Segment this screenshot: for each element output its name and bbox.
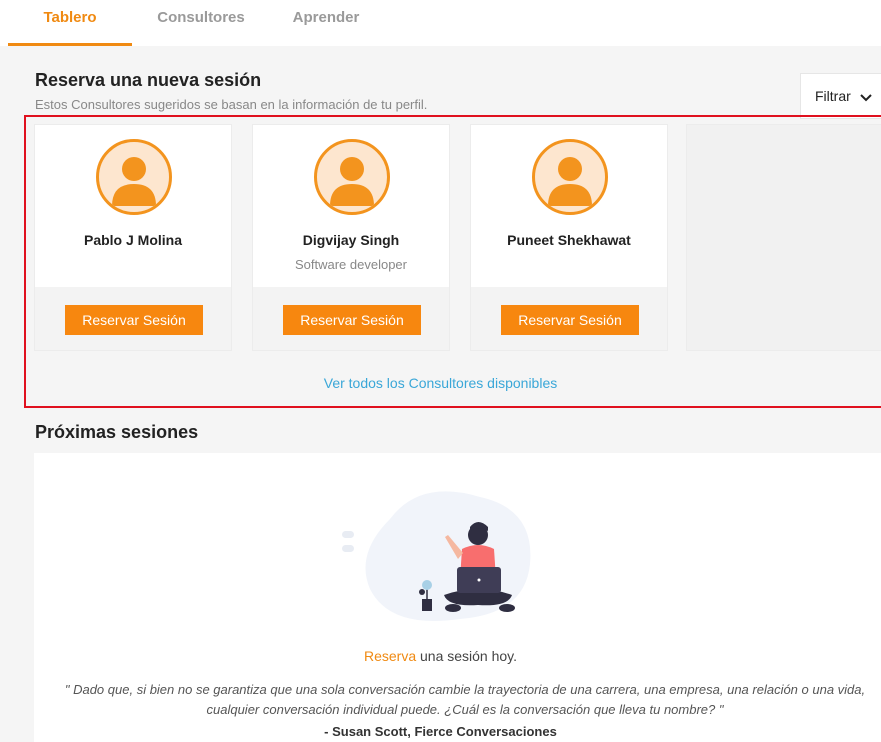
quote-text: " Dado que, si bien no se garantiza que … <box>64 682 866 717</box>
person-with-laptop-illustration <box>330 479 560 639</box>
user-avatar-icon <box>96 139 172 215</box>
filter-button[interactable]: Filtrar <box>800 73 881 119</box>
consultant-name: Digvijay Singh <box>302 232 400 248</box>
chevron-down-icon <box>859 75 872 119</box>
upcoming-title: Próximas sesiones <box>35 422 199 442</box>
consultant-name: Pablo J Molina <box>83 232 182 248</box>
reserve-session-button[interactable]: Reservar Sesión <box>501 305 639 335</box>
top-tab-bar: Tablero Consultores Aprender <box>0 0 881 46</box>
reserve-session-button[interactable]: Reservar Sesión <box>283 305 421 335</box>
consultant-card: Pablo J Molina Reservar Sesión <box>34 124 232 351</box>
tab-aprender[interactable]: Aprender <box>276 0 376 46</box>
reserve-link[interactable]: Reserva <box>364 648 416 664</box>
cta-text: una sesión hoy. <box>416 648 518 664</box>
tab-tablero[interactable]: Tablero <box>8 0 132 46</box>
booking-subtitle: Estos Consultores sugeridos se basan en … <box>35 97 428 112</box>
view-all-consultants-link[interactable]: Ver todos los Consultores disponibles <box>0 375 881 391</box>
consultant-card: Puneet Shekhawat Reservar Sesión <box>470 124 668 351</box>
consultant-card-placeholder <box>686 124 881 351</box>
user-avatar-icon <box>532 139 608 215</box>
booking-title: Reserva una nueva sesión <box>35 70 262 90</box>
reserve-session-button[interactable]: Reservar Sesión <box>65 305 203 335</box>
filter-label: Filtrar <box>815 88 851 104</box>
consultant-role: Software developer <box>294 257 407 272</box>
book-session-cta: Reserva una sesión hoy. <box>0 648 881 664</box>
user-avatar-icon <box>314 139 390 215</box>
tab-consultores[interactable]: Consultores <box>142 0 260 46</box>
consultant-name: Puneet Shekhawat <box>507 232 631 248</box>
consultant-card: Digvijay Singh Software developer Reserv… <box>252 124 450 351</box>
quote-author: - Susan Scott, Fierce Conversaciones <box>324 724 557 739</box>
